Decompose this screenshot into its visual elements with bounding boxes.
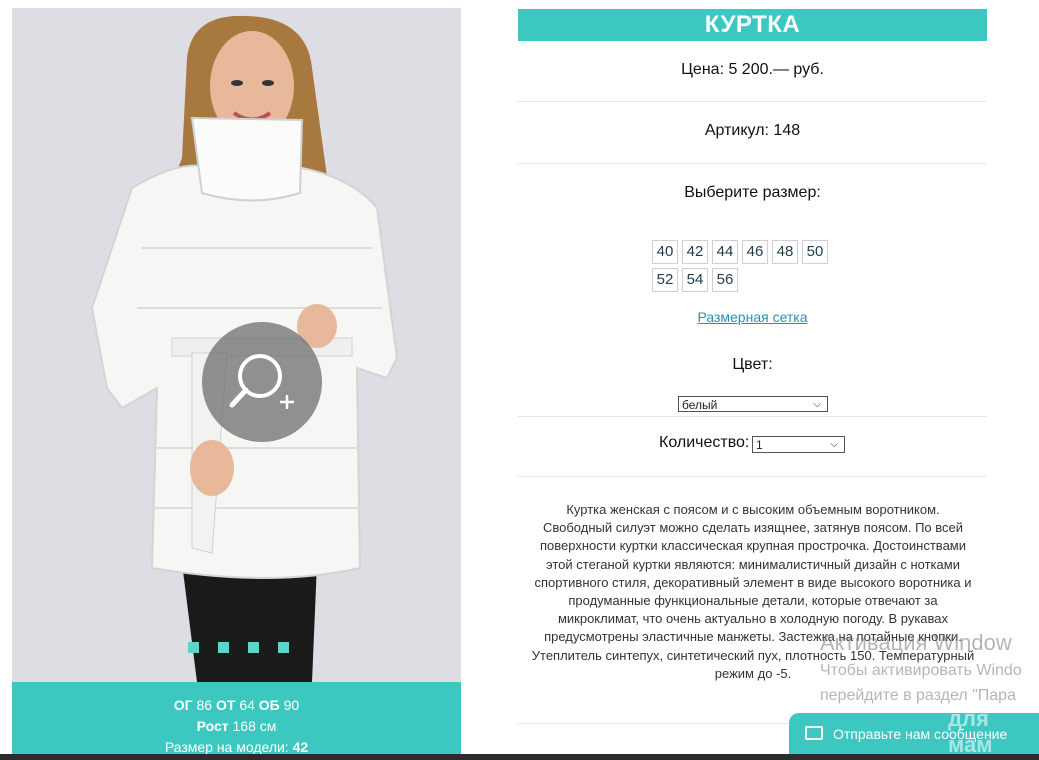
size-option[interactable]: 56 bbox=[712, 268, 738, 292]
gallery-dot[interactable] bbox=[218, 642, 229, 653]
product-title: КУРТКА bbox=[518, 9, 987, 41]
size-option[interactable]: 44 bbox=[712, 240, 738, 264]
size-option[interactable]: 54 bbox=[682, 268, 708, 292]
divider bbox=[518, 101, 987, 102]
color-select[interactable]: белый ⌵ bbox=[678, 396, 828, 412]
brand-watermark: для мам bbox=[948, 706, 993, 757]
model-height-line: Рост 168 см bbox=[196, 718, 277, 734]
envelope-icon bbox=[805, 726, 823, 740]
divider bbox=[518, 476, 987, 477]
zoom-button[interactable] bbox=[202, 322, 322, 442]
windows-activation-text: перейдите в раздел "Пара bbox=[820, 687, 1016, 704]
quantity-label: Количество: bbox=[659, 434, 750, 451]
product-photo[interactable] bbox=[12, 8, 461, 682]
taskbar-edge bbox=[0, 754, 1039, 760]
windows-activation-title: Активация Window bbox=[820, 630, 1012, 655]
model-measurements: ОГ 86 ОТ 64 ОБ 90 Рост 168 см Размер на … bbox=[12, 682, 461, 755]
gallery-pagination bbox=[188, 642, 289, 653]
size-chart-link[interactable]: Размерная сетка bbox=[518, 309, 987, 325]
divider bbox=[518, 416, 987, 417]
size-options: 40 42 44 46 48 50 52 54 56 bbox=[652, 240, 842, 292]
divider bbox=[518, 163, 987, 164]
size-option[interactable]: 50 bbox=[802, 240, 828, 264]
size-option[interactable]: 40 bbox=[652, 240, 678, 264]
product-article: Артикул: 148 bbox=[704, 122, 801, 139]
size-prompt: Выберите размер: bbox=[684, 184, 821, 201]
windows-activation-text: Чтобы активировать Windo bbox=[820, 662, 1022, 679]
size-option[interactable]: 48 bbox=[772, 240, 798, 264]
magnifier-plus-icon bbox=[229, 354, 294, 409]
model-measurement-line: ОГ 86 ОТ 64 ОБ 90 bbox=[173, 697, 300, 713]
gallery-dot[interactable] bbox=[248, 642, 259, 653]
color-label: Цвет: bbox=[732, 356, 773, 373]
size-option[interactable]: 52 bbox=[652, 268, 678, 292]
size-option[interactable]: 42 bbox=[682, 240, 708, 264]
quantity-select[interactable]: 1 ⌵ bbox=[752, 436, 845, 453]
gallery-dot[interactable] bbox=[188, 642, 199, 653]
size-option[interactable]: 46 bbox=[742, 240, 768, 264]
chevron-down-icon: ⌵ bbox=[830, 439, 838, 450]
product-price: Цена: 5 200.— руб. bbox=[681, 61, 824, 78]
chevron-down-icon: ⌵ bbox=[813, 399, 821, 410]
gallery-dot[interactable] bbox=[278, 642, 289, 653]
